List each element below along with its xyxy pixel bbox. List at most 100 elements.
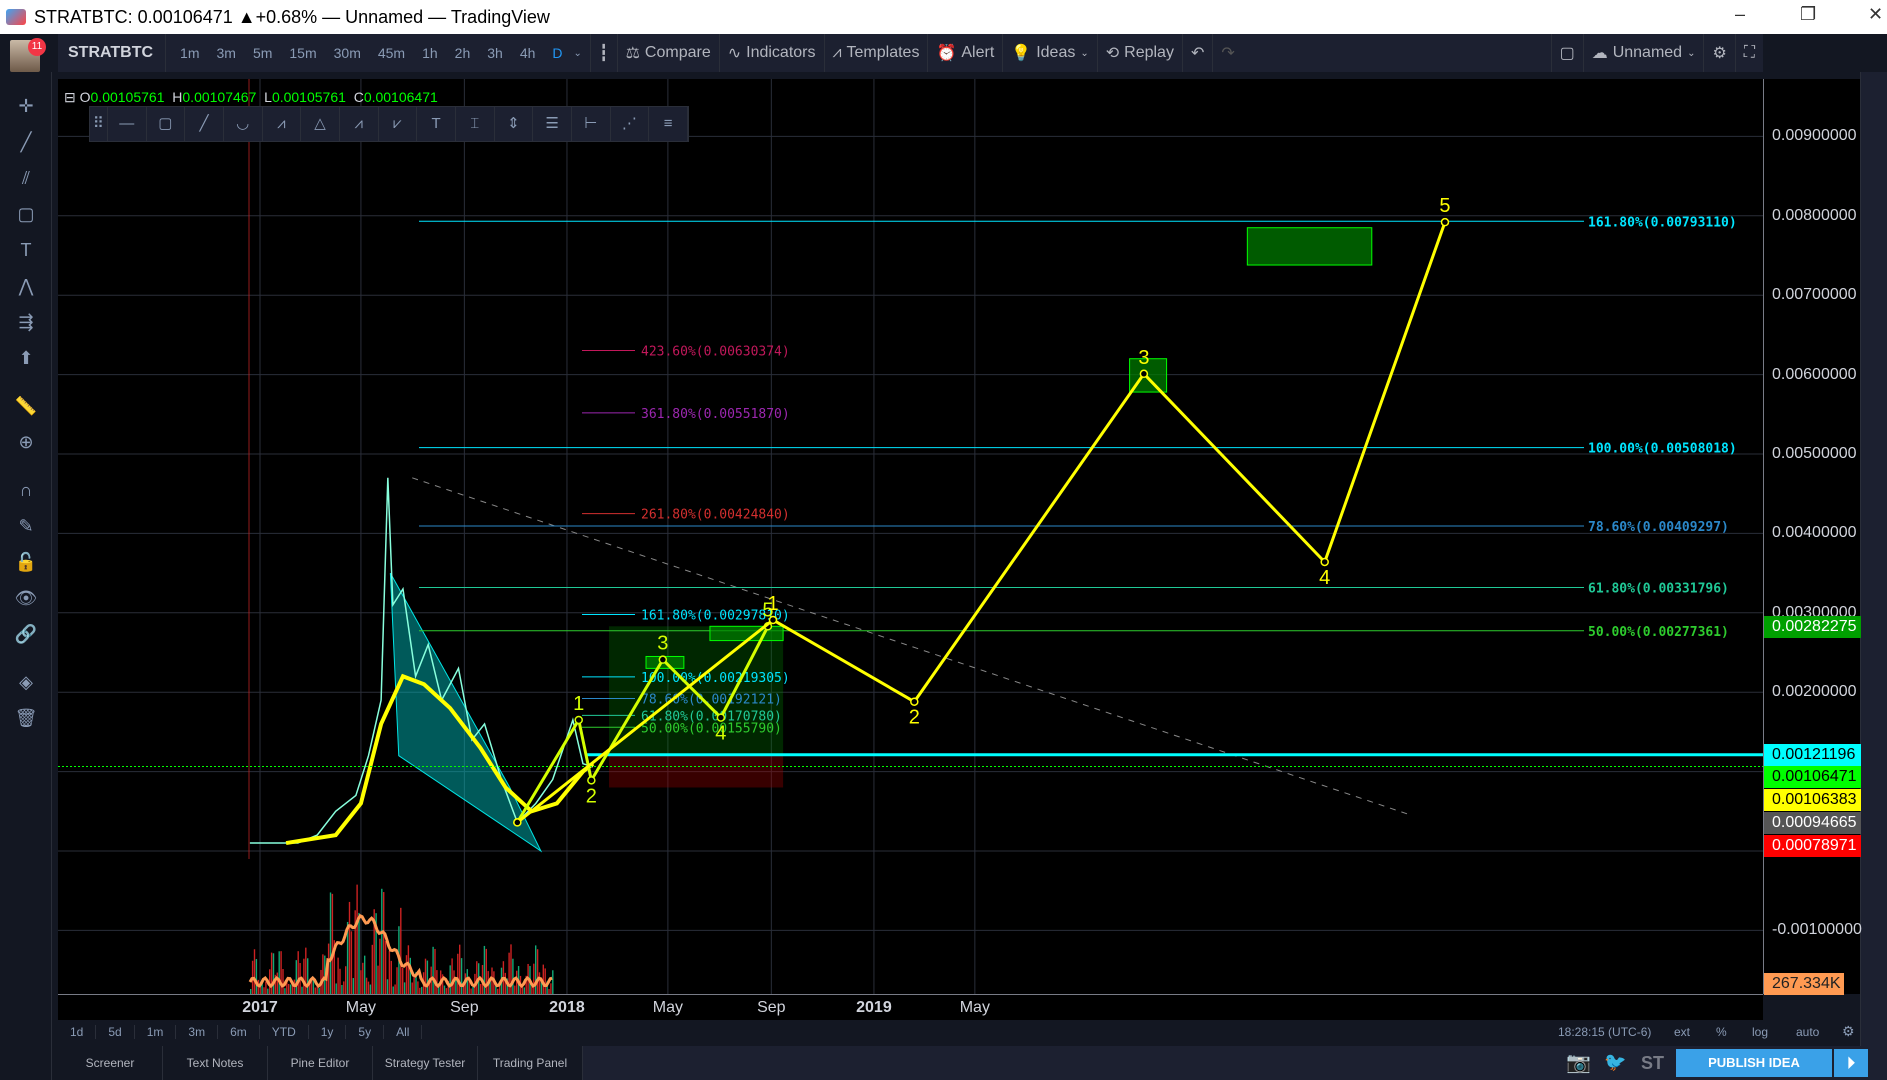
range-1d[interactable]: 1d	[58, 1025, 97, 1039]
interval-3m[interactable]: 3m	[210, 45, 241, 61]
ext-toggle[interactable]: ext	[1674, 1025, 1690, 1039]
zoom-in-icon[interactable]: ⊕	[12, 428, 40, 456]
magnet-icon[interactable]: ∩	[12, 476, 40, 504]
interval-2h[interactable]: 2h	[449, 45, 477, 61]
maximize-button[interactable]: ❐	[1800, 4, 1816, 25]
tab-text-notes[interactable]: Text Notes	[163, 1046, 268, 1080]
symbol-search-button[interactable]: STRATBTC	[58, 34, 167, 72]
parallel-lines-icon[interactable]: ≡	[649, 107, 688, 141]
replay-button[interactable]: ⟲ Replay	[1098, 34, 1183, 72]
chart-canvas[interactable]: 161.80%(0.00793110) 100.00%(0.00508018) 78…	[58, 79, 1763, 994]
time-axis[interactable]: 2017 May Sep 2018 May Sep 2019 May	[58, 994, 1763, 1020]
range-6m[interactable]: 6m	[218, 1025, 260, 1039]
undo-button[interactable]: ↶	[1183, 34, 1214, 72]
layout-button[interactable]: ▢	[1550, 34, 1584, 72]
price-axis[interactable]: 0.00900000 0.00800000 0.00700000 0.00600000…	[1763, 79, 1862, 995]
elliott-wave-big-point[interactable]	[1320, 557, 1329, 567]
elliott-wave-big-point[interactable]	[513, 818, 522, 827]
range-ytd[interactable]: YTD	[260, 1025, 309, 1039]
elliott-wave-small-point[interactable]	[716, 713, 726, 722]
interval-45m[interactable]: 45m	[372, 45, 411, 61]
interval-3h[interactable]: 3h	[481, 45, 509, 61]
range-all[interactable]: All	[384, 1025, 423, 1039]
rectangle-icon[interactable]: ▢	[147, 107, 186, 141]
twitter-icon[interactable]: 🐦	[1604, 1052, 1626, 1073]
interval-D[interactable]: D	[546, 45, 568, 61]
publish-idea-button[interactable]: PUBLISH IDEA	[1676, 1049, 1832, 1077]
minimize-button[interactable]: –	[1735, 4, 1745, 25]
elliott-wave-small-point[interactable]	[574, 715, 583, 725]
camera-icon[interactable]: 📷	[1566, 1050, 1591, 1075]
redo-button[interactable]: ↷	[1213, 34, 1242, 72]
play-icon[interactable]: ⏵	[1834, 1049, 1868, 1077]
chevron-down-icon[interactable]: ⌄	[574, 48, 582, 59]
interval-30m[interactable]: 30m	[328, 45, 367, 61]
trendline-icon[interactable]: ╱	[12, 128, 40, 156]
eye-icon[interactable]: 👁	[12, 584, 40, 612]
trendline-icon[interactable]: ╱	[185, 107, 224, 141]
gear-icon[interactable]: ⚙	[1842, 1023, 1855, 1040]
text-icon[interactable]: T	[417, 107, 456, 141]
elliott-impulse-icon[interactable]: ⩘	[340, 107, 379, 141]
tab-screener[interactable]: Screener	[58, 1046, 163, 1080]
interval-1h[interactable]: 1h	[416, 45, 444, 61]
tab-strategy-tester[interactable]: Strategy Tester	[373, 1046, 478, 1080]
crosshair-icon[interactable]: ✛	[12, 92, 40, 120]
elliott-wave-small-point[interactable]	[658, 655, 668, 664]
range-5y[interactable]: 5y	[346, 1025, 385, 1039]
price-range-icon[interactable]: ⌶	[456, 107, 495, 141]
fullscreen-button[interactable]: ⛶	[1736, 34, 1763, 72]
chart-pane[interactable]: 161.80%(0.00793110) 100.00%(0.00508018) 78…	[58, 79, 1763, 994]
date-price-range-icon[interactable]: ⇕	[495, 107, 534, 141]
layers-icon[interactable]: ◈	[12, 668, 40, 696]
settings-button[interactable]: ⚙	[1704, 34, 1736, 72]
pitchfork-icon[interactable]: ⫽	[12, 164, 40, 192]
tab-trading-panel[interactable]: Trading Panel	[478, 1046, 583, 1080]
percent-toggle[interactable]: %	[1716, 1025, 1727, 1039]
interval-5m[interactable]: 5m	[247, 45, 278, 61]
compare-button[interactable]: ⚖ Compare	[618, 34, 720, 72]
arrow-up-icon[interactable]: ⬆	[12, 344, 40, 372]
elliott-wave-big-point[interactable]	[910, 697, 919, 706]
trash-icon[interactable]: 🗑	[12, 704, 40, 732]
pattern-icon[interactable]: ⋀	[12, 272, 40, 300]
stay-in-drawing-icon[interactable]: ✎	[12, 512, 40, 540]
drag-handle-icon[interactable]: ⠿	[90, 107, 108, 141]
templates-button[interactable]: ⩘ Templates	[825, 34, 929, 72]
curve-icon[interactable]: ◡	[224, 107, 263, 141]
ideas-button[interactable]: 💡 Ideas ⌄	[1003, 34, 1098, 72]
elliott-correction-icon[interactable]: ⩗	[379, 107, 418, 141]
date-range-icon[interactable]: ⊢	[572, 107, 611, 141]
range-1m[interactable]: 1m	[135, 1025, 177, 1039]
alert-button[interactable]: ⏰ Alert	[928, 34, 1004, 72]
abcde-icon[interactable]: ⩘	[263, 107, 302, 141]
stocktwits-icon[interactable]: ST	[1641, 1053, 1664, 1074]
range-3m[interactable]: 3m	[176, 1025, 219, 1039]
range-1y[interactable]: 1y	[309, 1025, 347, 1039]
fib-extension-icon[interactable]: ⋰	[611, 107, 650, 141]
close-button[interactable]: ✕	[1868, 4, 1883, 25]
text-icon[interactable]: T	[12, 236, 40, 264]
log-toggle[interactable]: log	[1752, 1025, 1768, 1039]
elliott-wave-big-point[interactable]	[1440, 217, 1450, 227]
range-5d[interactable]: 5d	[96, 1025, 135, 1039]
elliott-wave-big-point[interactable]	[1139, 369, 1149, 379]
lock-icon[interactable]: 🔓	[12, 548, 40, 576]
save-layout-button[interactable]: ☁ Unnamed ⌄	[1584, 34, 1705, 72]
horizontal-line-icon[interactable]: —	[108, 107, 147, 141]
fib-retracement-icon[interactable]: ☰	[533, 107, 572, 141]
tab-pine-editor[interactable]: Pine Editor	[268, 1046, 373, 1080]
collapse-icon[interactable]: ⊟	[64, 89, 76, 105]
rectangle-icon[interactable]: ▢	[12, 200, 40, 228]
elliott-wave-small-point[interactable]	[587, 776, 596, 785]
indicators-button[interactable]: ∿ Indicators	[720, 34, 825, 72]
auto-toggle[interactable]: auto	[1796, 1025, 1819, 1039]
interval-15m[interactable]: 15m	[283, 45, 322, 61]
prediction-icon[interactable]: ⇶	[12, 308, 40, 336]
elliott-wave-big-point[interactable]	[768, 615, 778, 625]
ruler-icon[interactable]: 📏	[12, 392, 40, 420]
chart-style-button[interactable]: ┇	[591, 34, 618, 72]
interval-4h[interactable]: 4h	[514, 45, 542, 61]
interval-1m[interactable]: 1m	[174, 45, 205, 61]
link-icon[interactable]: 🔗	[12, 620, 40, 648]
